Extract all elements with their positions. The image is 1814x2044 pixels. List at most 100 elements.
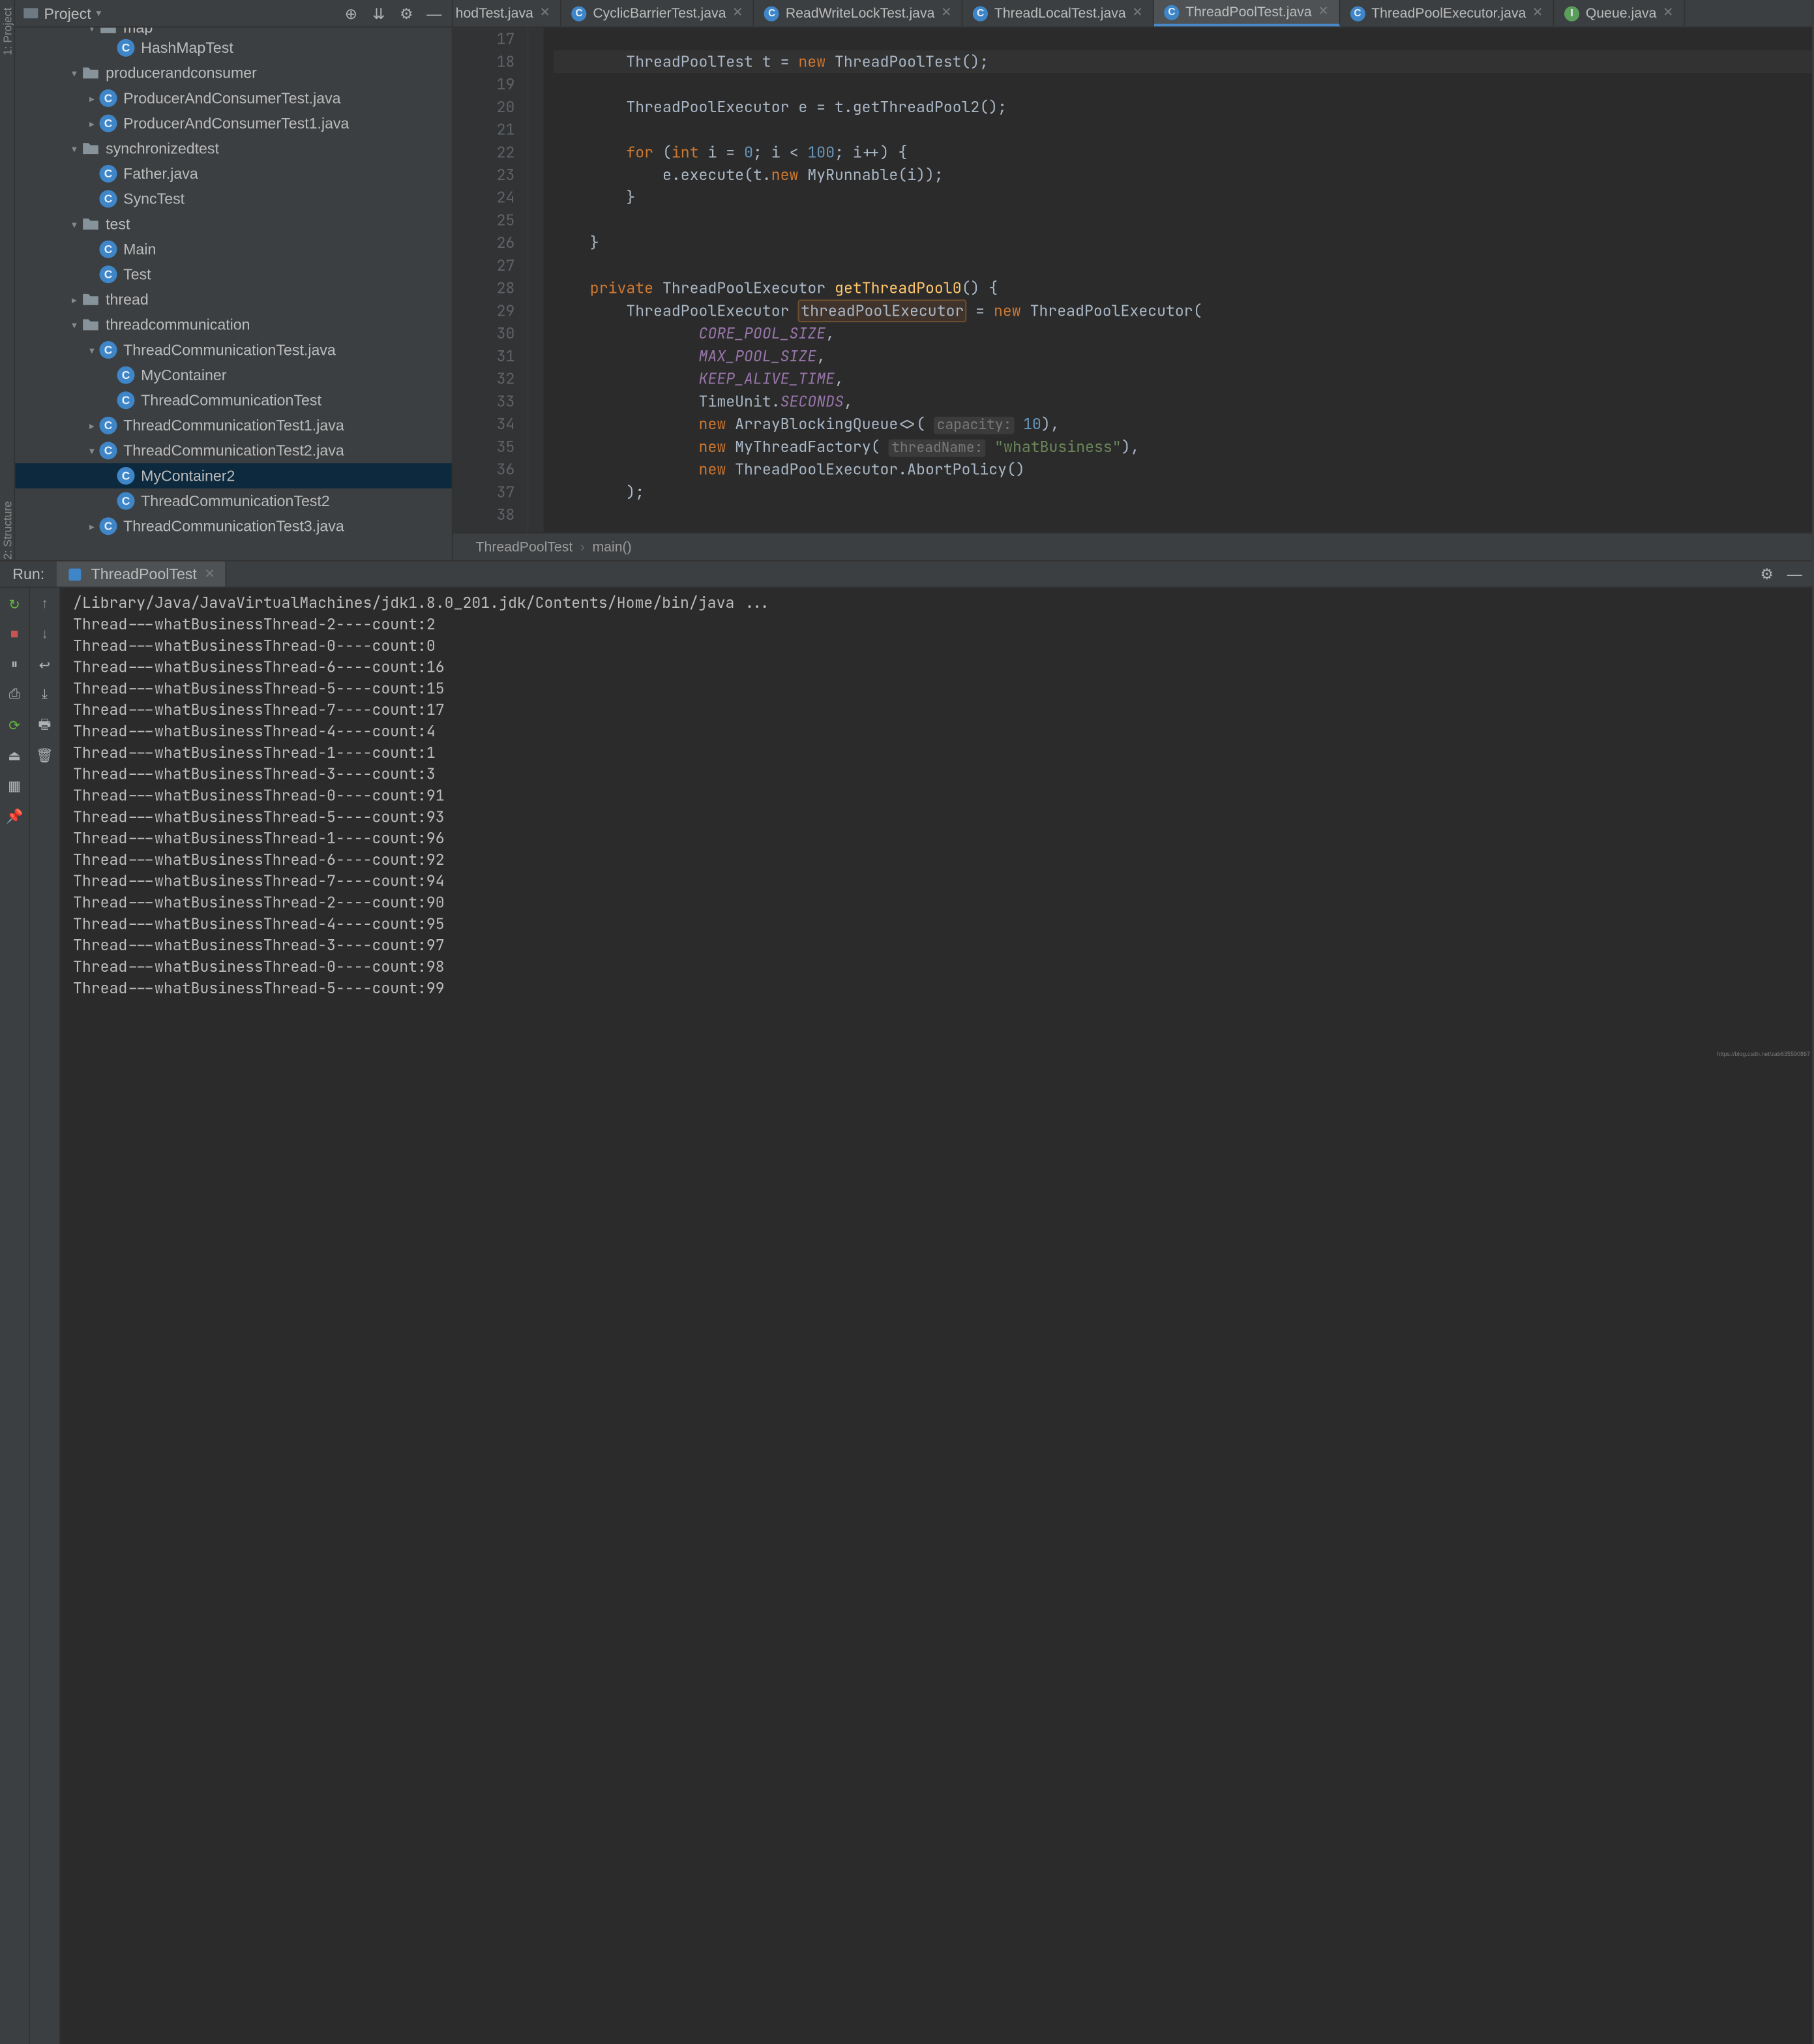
tree-arrow-icon[interactable]: ▾: [68, 143, 80, 154]
code-line[interactable]: private ThreadPoolExecutor getThreadPool…: [554, 277, 1812, 300]
up-icon[interactable]: ↑: [36, 595, 53, 613]
code-line[interactable]: ThreadPoolExecutor threadPoolExecutor = …: [554, 299, 1812, 322]
scroll-end-icon[interactable]: ⤓: [36, 686, 53, 704]
code-line[interactable]: ThreadPoolTest t = new ThreadPoolTest();: [554, 50, 1812, 73]
restart-icon[interactable]: ⟳: [6, 716, 23, 734]
pause-icon[interactable]: ⏸: [6, 656, 23, 674]
code-editor[interactable]: 1718192021222324252627282930313233343536…: [453, 27, 1812, 532]
breadcrumb-item[interactable]: ThreadPoolTest: [476, 539, 573, 554]
code-line[interactable]: }: [554, 232, 1812, 254]
code-line[interactable]: CORE_POOL_SIZE,: [554, 322, 1812, 345]
code-line[interactable]: for (int i = 0; i < 100; i++) {: [554, 141, 1812, 164]
code-line[interactable]: new ThreadPoolExecutor.AbortPolicy(): [554, 458, 1812, 481]
code-line[interactable]: [554, 503, 1812, 526]
tree-row[interactable]: CThreadCommunicationTest2: [15, 488, 452, 514]
tree-arrow-icon[interactable]: ▾: [68, 319, 80, 330]
code-line[interactable]: new ArrayBlockingQueue<>( capacity: 10),: [554, 413, 1812, 436]
code-line[interactable]: TimeUnit.SECONDS,: [554, 390, 1812, 413]
tree-row[interactable]: CSyncTest: [15, 187, 452, 212]
trash-icon[interactable]: 🗑: [36, 746, 53, 764]
tree-row[interactable]: ▾CThreadCommunicationTest2.java: [15, 438, 452, 464]
tree-row[interactable]: ▾CThreadCommunicationTest.java: [15, 337, 452, 363]
collapse-icon[interactable]: ⇊: [368, 3, 389, 23]
close-icon[interactable]: ✕: [204, 567, 215, 580]
tree-row[interactable]: CMain: [15, 237, 452, 262]
tree-row[interactable]: CThreadCommunicationTest: [15, 387, 452, 413]
editor-tab[interactable]: CCyclicBarrierTest.java✕: [561, 0, 754, 27]
code-line[interactable]: KEEP_ALIVE_TIME,: [554, 368, 1812, 391]
tree-row[interactable]: ▸CThreadCommunicationTest3.java: [15, 513, 452, 539]
breadcrumb-item[interactable]: main(): [592, 539, 631, 554]
close-icon[interactable]: ✕: [1318, 5, 1328, 19]
close-icon[interactable]: ✕: [540, 7, 550, 20]
tree-row[interactable]: CMyContainer2: [15, 463, 452, 488]
hide-icon[interactable]: —: [1785, 564, 1805, 584]
rerun-icon[interactable]: ↻: [6, 595, 23, 613]
close-icon[interactable]: ✕: [732, 7, 743, 20]
tree-arrow-icon[interactable]: ▾: [85, 445, 98, 456]
console-output[interactable]: /Library/Java/JavaVirtualMachines/jdk1.8…: [61, 588, 1813, 2044]
tree-arrow-icon[interactable]: ▾: [68, 218, 80, 230]
tree-arrow-icon[interactable]: ▸: [85, 117, 98, 128]
tree-arrow-icon[interactable]: ▾: [85, 344, 98, 355]
fold-gutter[interactable]: [529, 27, 544, 532]
editor-tab[interactable]: CThreadLocalTest.java✕: [963, 0, 1154, 27]
run-config-tab[interactable]: ThreadPoolTest ✕: [57, 562, 226, 587]
tree-arrow-icon[interactable]: ▸: [85, 420, 98, 431]
tree-row[interactable]: ▾map: [15, 27, 452, 35]
code-line[interactable]: MAX_POOL_SIZE,: [554, 345, 1812, 368]
code-line[interactable]: [554, 27, 1812, 50]
locate-icon[interactable]: ⊕: [341, 3, 361, 23]
exit-icon[interactable]: ⏏: [6, 746, 23, 764]
code-line[interactable]: e.execute(t.new MyRunnable(i));: [554, 164, 1812, 187]
tree-arrow-icon[interactable]: ▸: [68, 294, 80, 305]
tree-row[interactable]: ▾test: [15, 211, 452, 237]
editor-tab[interactable]: IQueue.java✕: [1554, 0, 1685, 27]
tree-arrow-icon[interactable]: ▸: [85, 520, 98, 532]
tree-row[interactable]: ▾producerandconsumer: [15, 61, 452, 86]
down-icon[interactable]: ↓: [36, 625, 53, 643]
code-line[interactable]: [554, 254, 1812, 277]
code-content[interactable]: ThreadPoolTest t = new ThreadPoolTest();…: [544, 27, 1812, 532]
editor-tab[interactable]: CReadWriteLockTest.java✕: [754, 0, 963, 27]
editor-tab[interactable]: CThreadPoolTest.java✕: [1154, 0, 1340, 27]
close-icon[interactable]: ✕: [1663, 7, 1673, 20]
code-line[interactable]: ThreadPoolExecutor e = t.getThreadPool2(…: [554, 96, 1812, 119]
tree-arrow-icon[interactable]: ▾: [85, 27, 98, 33]
gear-icon[interactable]: ⚙: [396, 3, 417, 23]
code-line[interactable]: );: [554, 481, 1812, 503]
tree-row[interactable]: ▸CThreadCommunicationTest1.java: [15, 413, 452, 438]
tree-arrow-icon[interactable]: ▸: [85, 93, 98, 104]
toolstripe-structure[interactable]: 2: Structure: [1, 502, 13, 560]
close-icon[interactable]: ✕: [1532, 7, 1543, 20]
tree-row[interactable]: CMyContainer: [15, 363, 452, 388]
print-icon[interactable]: 🖶: [36, 716, 53, 734]
tree-row[interactable]: ▸CProducerAndConsumerTest1.java: [15, 111, 452, 136]
editor-tab[interactable]: hodTest.java✕: [453, 0, 561, 27]
project-panel-title[interactable]: Project ▾: [23, 5, 101, 22]
tree-row[interactable]: ▾threadcommunication: [15, 312, 452, 338]
layout-icon[interactable]: ▦: [6, 777, 23, 794]
stop-icon[interactable]: ■: [6, 625, 23, 643]
tree-row[interactable]: ▸thread: [15, 287, 452, 312]
tree-row[interactable]: CHashMapTest: [15, 35, 452, 61]
gear-icon[interactable]: ⚙: [1757, 564, 1777, 584]
pin-icon[interactable]: 📌: [6, 807, 23, 824]
editor-tab[interactable]: CThreadPoolExecutor.java✕: [1340, 0, 1554, 27]
tree-row[interactable]: CFather.java: [15, 161, 452, 187]
tree-row[interactable]: ▾synchronizedtest: [15, 136, 452, 161]
code-line[interactable]: [554, 73, 1812, 96]
project-tree[interactable]: ▾mapCHashMapTest▾producerandconsumer▸CPr…: [15, 27, 452, 560]
dump-icon[interactable]: ⎙: [6, 686, 23, 704]
tree-row[interactable]: CTest: [15, 262, 452, 287]
tree-row[interactable]: ▸CProducerAndConsumerTest.java: [15, 85, 452, 111]
close-icon[interactable]: ✕: [941, 7, 951, 20]
softwrap-icon[interactable]: ↩: [36, 656, 53, 674]
code-line[interactable]: [554, 118, 1812, 141]
code-line[interactable]: [554, 209, 1812, 232]
close-icon[interactable]: ✕: [1132, 7, 1142, 20]
toolstripe-project[interactable]: 1: Project: [1, 8, 13, 55]
hide-icon[interactable]: —: [424, 3, 444, 23]
code-line[interactable]: }: [554, 187, 1812, 209]
tree-arrow-icon[interactable]: ▾: [68, 67, 80, 78]
